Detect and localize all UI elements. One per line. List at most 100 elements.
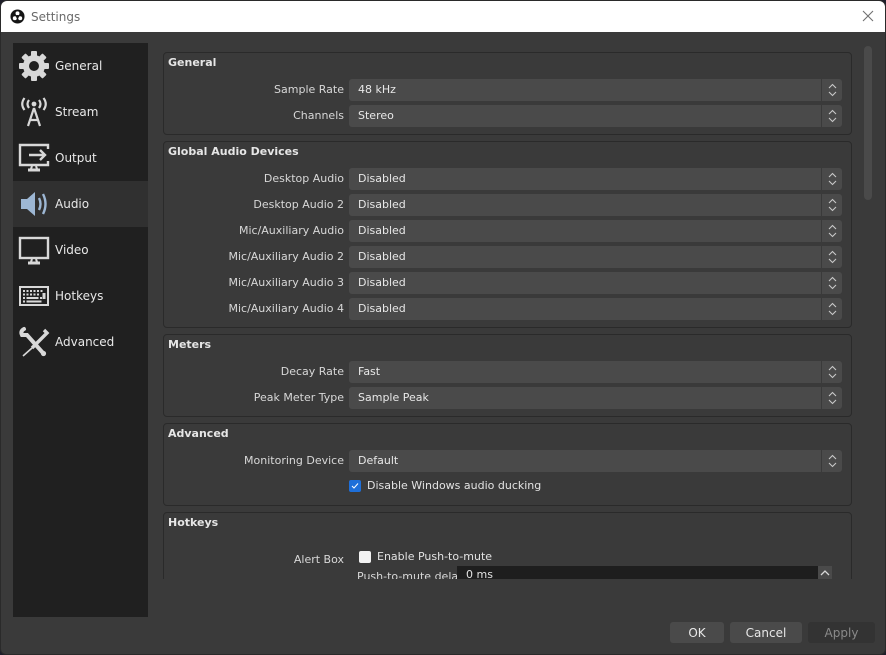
mic-aux-audio-4-label: Mic/Auxiliary Audio 4 <box>228 302 344 315</box>
up-down-arrows-icon <box>821 79 842 101</box>
sidebar-item-output[interactable]: Output <box>13 135 148 181</box>
decay-rate-row: Decay Rate Fast <box>164 361 851 383</box>
select-value: Disabled <box>358 172 406 185</box>
group-hotkeys: Hotkeys Alert Box Enable Push-to-mute Pu… <box>163 512 852 579</box>
scrollbar-thumb[interactable] <box>864 46 872 200</box>
group-title: Hotkeys <box>168 516 219 529</box>
desktop-audio-2-label: Desktop Audio 2 <box>253 198 344 211</box>
select-value: Disabled <box>358 198 406 211</box>
desktop-audio-2-select[interactable]: Disabled <box>349 194 842 216</box>
speaker-icon <box>17 187 51 221</box>
sample-rate-select[interactable]: 48 kHz <box>349 79 842 101</box>
monitor-icon <box>17 233 51 267</box>
gear-icon <box>17 49 51 83</box>
group-title: General <box>168 56 217 69</box>
up-down-arrows-icon <box>821 220 842 242</box>
mic-aux-audio-2-label: Mic/Auxiliary Audio 2 <box>228 250 344 263</box>
keyboard-icon <box>17 279 51 313</box>
spinbox-value: 0 ms <box>466 568 493 579</box>
cancel-button[interactable]: Cancel <box>730 622 802 643</box>
select-value: Sample Peak <box>358 391 429 404</box>
push-to-mute-delay-label: Push-to-mute delay <box>357 570 465 579</box>
up-down-arrows-icon <box>821 450 842 472</box>
sample-rate-row: Sample Rate 48 kHz <box>164 79 851 101</box>
sidebar-item-general[interactable]: General <box>13 43 148 89</box>
sidebar-item-stream[interactable]: Stream <box>13 89 148 135</box>
peak-meter-type-row: Peak Meter Type Sample Peak <box>164 387 851 409</box>
peak-meter-type-select[interactable]: Sample Peak <box>349 387 842 409</box>
channels-row: Channels Stereo <box>164 105 851 127</box>
up-down-arrows-icon <box>821 361 842 383</box>
group-title: Meters <box>168 338 212 351</box>
group-title: Global Audio Devices <box>168 145 299 158</box>
window-title: Settings <box>31 9 81 24</box>
desktop-audio-label: Desktop Audio <box>263 172 344 185</box>
push-to-mute-delay-spinbox[interactable]: 0 ms <box>457 566 831 579</box>
mic-aux-audio-select[interactable]: Disabled <box>349 220 842 242</box>
spin-up-button[interactable] <box>818 566 832 579</box>
channels-select[interactable]: Stereo <box>349 105 842 127</box>
checkbox-checked-icon <box>349 479 361 492</box>
obs-logo-icon <box>10 9 25 24</box>
mic-aux-audio-3-select[interactable]: Disabled <box>349 272 842 294</box>
decay-rate-select[interactable]: Fast <box>349 361 842 383</box>
ok-button[interactable]: OK <box>670 622 724 643</box>
group-general: General Sample Rate 48 kHz Channels Ster… <box>163 52 852 135</box>
close-button[interactable] <box>859 7 877 25</box>
mic-aux-audio-row: Mic/Auxiliary Audio Disabled <box>164 220 851 242</box>
select-value: Default <box>358 454 399 467</box>
mic-aux-audio-label: Mic/Auxiliary Audio <box>238 224 344 237</box>
group-global-audio-devices: Global Audio Devices Desktop Audio Disab… <box>163 141 852 328</box>
select-value: 48 kHz <box>358 83 396 96</box>
desktop-audio-row: Desktop Audio Disabled <box>164 168 851 190</box>
up-down-arrows-icon <box>821 298 842 320</box>
sidebar-item-label: Audio <box>55 197 90 211</box>
group-meters: Meters Decay Rate Fast Peak Meter Type S… <box>163 334 852 417</box>
select-value: Fast <box>358 365 381 378</box>
select-value: Disabled <box>358 276 406 289</box>
select-value: Disabled <box>358 224 406 237</box>
sidebar-item-label: Video <box>55 243 89 257</box>
mic-aux-audio-2-row: Mic/Auxiliary Audio 2 Disabled <box>164 246 851 268</box>
sidebar-item-advanced[interactable]: Advanced <box>13 319 148 365</box>
up-down-arrows-icon <box>821 246 842 268</box>
sample-rate-label: Sample Rate <box>274 83 344 96</box>
sidebar-item-label: Stream <box>55 105 99 119</box>
select-value: Disabled <box>358 250 406 263</box>
mic-aux-audio-2-select[interactable]: Disabled <box>349 246 842 268</box>
up-down-arrows-icon <box>821 387 842 409</box>
chevron-up-icon <box>820 570 830 576</box>
tools-icon <box>17 325 51 359</box>
apply-button[interactable]: Apply <box>808 622 875 643</box>
close-icon <box>862 10 874 22</box>
group-title: Advanced <box>168 427 229 440</box>
checkbox-label: Enable Push-to-mute <box>377 550 493 563</box>
decay-rate-label: Decay Rate <box>280 365 344 378</box>
settings-window: Settings General Stream Output Audio Vid… <box>0 0 886 655</box>
mic-aux-audio-4-row: Mic/Auxiliary Audio 4 Disabled <box>164 298 851 320</box>
group-advanced: Advanced Monitoring Device Default Disab… <box>163 423 852 506</box>
sidebar-item-label: Output <box>55 151 97 165</box>
broadcast-tower-icon <box>17 95 51 129</box>
sidebar-item-video[interactable]: Video <box>13 227 148 273</box>
hotkey-source-label: Alert Box <box>293 553 344 566</box>
enable-push-to-mute-checkbox[interactable]: Enable Push-to-mute <box>359 550 492 563</box>
disable-audio-ducking-checkbox[interactable]: Disable Windows audio ducking <box>349 479 541 492</box>
sidebar-item-audio[interactable]: Audio <box>13 181 148 227</box>
up-down-arrows-icon <box>821 272 842 294</box>
title-bar: Settings <box>1 1 885 32</box>
vertical-scrollbar[interactable] <box>863 43 873 579</box>
checkbox-label: Disable Windows audio ducking <box>367 479 542 492</box>
monitoring-device-row: Monitoring Device Default <box>164 450 851 472</box>
output-monitor-icon <box>17 141 51 175</box>
up-down-arrows-icon <box>821 168 842 190</box>
monitoring-device-label: Monitoring Device <box>244 454 344 467</box>
desktop-audio-select[interactable]: Disabled <box>349 168 842 190</box>
up-down-arrows-icon <box>821 194 842 216</box>
mic-aux-audio-4-select[interactable]: Disabled <box>349 298 842 320</box>
sidebar-item-label: Hotkeys <box>55 289 104 303</box>
monitoring-device-select[interactable]: Default <box>349 450 842 472</box>
mic-aux-audio-3-row: Mic/Auxiliary Audio 3 Disabled <box>164 272 851 294</box>
sidebar-item-hotkeys[interactable]: Hotkeys <box>13 273 148 319</box>
peak-meter-type-label: Peak Meter Type <box>253 391 344 404</box>
